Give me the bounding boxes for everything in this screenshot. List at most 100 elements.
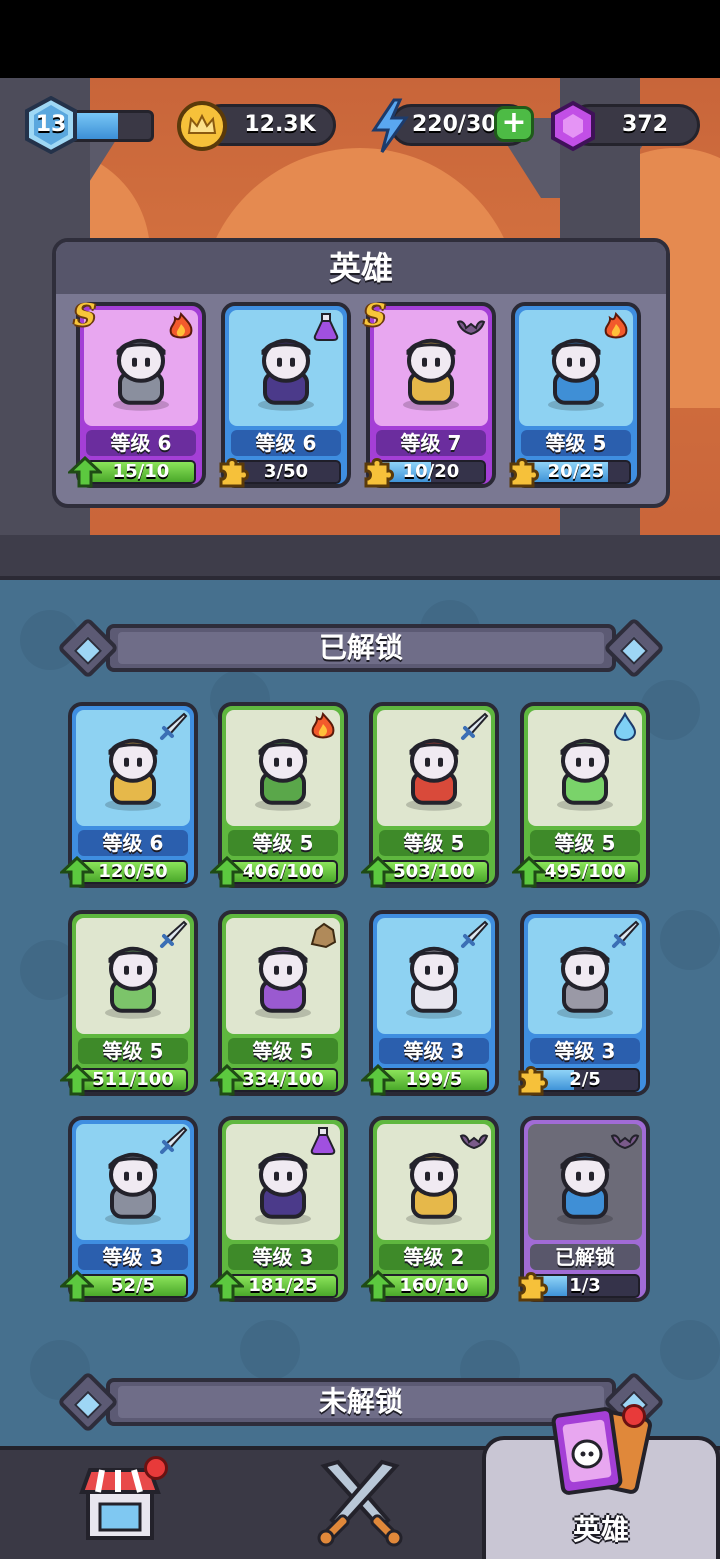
hero-notification-dot <box>622 1404 646 1428</box>
unlocked-hero-card[interactable]: 已解锁 1/3 <box>518 1116 650 1302</box>
unlocked-hero-card[interactable]: 等级 3 199/5 <box>359 910 499 1096</box>
energy-amount: 220/30 <box>412 112 497 137</box>
unlocked-hero-card[interactable]: 等级 3 52/5 <box>58 1116 198 1302</box>
unlocked-hero-card[interactable]: 等级 5 495/100 <box>510 702 650 888</box>
upgrade-arrow-icon <box>359 1269 397 1302</box>
upgrade-arrow-icon <box>66 455 104 488</box>
add-energy-button[interactable]: + <box>494 106 534 142</box>
hero-shard-progress: 495/100 <box>530 860 640 884</box>
hero-level: 等级 3 <box>228 1244 338 1270</box>
hero-shard-count: 406/100 <box>242 861 324 882</box>
hero-shard-progress: 511/100 <box>78 1068 188 1092</box>
gem-amount: 372 <box>622 112 668 137</box>
hero-level: 等级 6 <box>231 430 341 456</box>
stone-floor <box>0 535 720 580</box>
puzzle-piece-icon <box>360 454 394 488</box>
hero-shard-progress: 503/100 <box>379 860 489 884</box>
unlocked-section-header: 已解锁 <box>56 616 666 680</box>
bat-icon <box>456 320 486 336</box>
fire-icon <box>311 712 335 739</box>
upgrade-arrow-icon <box>58 1269 96 1302</box>
player-level: 13 <box>35 112 67 137</box>
bat-icon <box>610 1134 640 1150</box>
hero-shard-count: 160/10 <box>399 1275 469 1296</box>
shop-notification-dot <box>144 1456 168 1480</box>
unlocked-hero-card[interactable]: 等级 5 406/100 <box>208 702 348 888</box>
unlocked-hero-card[interactable]: 等级 3 2/5 <box>518 910 650 1096</box>
sword-icon <box>461 712 489 740</box>
hero-shard-count: 334/100 <box>242 1069 324 1090</box>
sword-icon <box>160 712 188 740</box>
unlocked-hero-card[interactable]: 等级 5 511/100 <box>58 910 198 1096</box>
team-hero-card[interactable]: 等级 5 20/25 <box>509 302 641 488</box>
hero-level: 等级 5 <box>521 430 631 456</box>
hero-shard-progress: 15/10 <box>86 460 196 484</box>
potion-icon <box>313 313 339 341</box>
crossed-swords-icon <box>317 1459 403 1547</box>
puzzle-piece-icon <box>514 1062 548 1096</box>
puzzle-piece-icon <box>514 1268 548 1302</box>
hero-level: 等级 3 <box>530 1038 640 1064</box>
hero-level: 等级 2 <box>379 1244 489 1270</box>
unlocked-hero-card[interactable]: 等级 3 181/25 <box>208 1116 348 1302</box>
team-hero-card[interactable]: 等级 7 10/20 S <box>364 298 496 488</box>
hero-shard-progress: 120/50 <box>78 860 188 884</box>
hero-level: 等级 5 <box>78 1038 188 1064</box>
bat-icon <box>459 1134 489 1150</box>
upgrade-arrow-icon <box>510 855 548 888</box>
upgrade-arrow-icon <box>359 855 397 888</box>
unlocked-title: 已解锁 <box>318 631 403 664</box>
hero-level: 等级 6 <box>78 830 188 856</box>
sword-icon <box>461 920 489 948</box>
potion-icon <box>310 1127 336 1155</box>
hero-level: 等级 3 <box>379 1038 489 1064</box>
upgrade-arrow-icon <box>208 1063 246 1096</box>
fire-icon <box>604 312 628 339</box>
hero-shard-count: 495/100 <box>544 861 626 882</box>
upgrade-arrow-icon <box>208 1269 246 1302</box>
sword-icon <box>160 920 188 948</box>
nav-shop-button[interactable] <box>70 1456 170 1546</box>
hero-level: 等级 5 <box>228 830 338 856</box>
sword-icon <box>612 920 640 948</box>
unlocked-hero-card[interactable]: 等级 2 160/10 <box>359 1116 499 1302</box>
crown-icon <box>177 101 227 151</box>
hero-shard-progress: 181/25 <box>228 1274 338 1298</box>
hero-level: 等级 5 <box>228 1038 338 1064</box>
hero-level: 等级 5 <box>379 830 489 856</box>
hero-level: 等级 7 <box>376 430 486 456</box>
hero-shard-progress: 334/100 <box>228 1068 338 1092</box>
nav-hero-label: 英雄 <box>572 1513 629 1546</box>
rock-icon <box>310 922 337 949</box>
fire-icon <box>169 312 193 339</box>
team-hero-card[interactable]: 等级 6 3/50 <box>219 302 351 488</box>
hero-shard-progress: 199/5 <box>379 1068 489 1092</box>
hero-shard-progress: 160/10 <box>379 1274 489 1298</box>
status-bar <box>0 0 720 78</box>
hero-shard-count: 199/5 <box>405 1069 463 1090</box>
rank-badge: S <box>74 298 96 333</box>
upgrade-arrow-icon <box>58 855 96 888</box>
sword-icon <box>160 1126 188 1154</box>
hero-shard-progress: 52/5 <box>78 1274 188 1298</box>
puzzle-piece-icon <box>505 454 539 488</box>
hero-level: 等级 6 <box>86 430 196 456</box>
nav-battle-button[interactable] <box>310 1456 410 1548</box>
unlocked-hero-card[interactable]: 等级 5 503/100 <box>359 702 499 888</box>
unlocked-hero-card[interactable]: 等级 5 334/100 <box>208 910 348 1096</box>
hero-level: 等级 5 <box>530 830 640 856</box>
hero-shard-count: 52/5 <box>110 1275 156 1296</box>
hero-shard-count: 503/100 <box>393 861 475 882</box>
hero-panel-title: 英雄 <box>56 242 666 294</box>
team-hero-card[interactable]: 等级 6 15/10 S <box>66 298 206 488</box>
upgrade-arrow-icon <box>58 1063 96 1096</box>
gold-amount: 12.3K <box>244 112 316 137</box>
upgrade-arrow-icon <box>208 855 246 888</box>
hero-level: 已解锁 <box>530 1244 640 1270</box>
puzzle-piece-icon <box>215 454 249 488</box>
hero-shard-count: 181/25 <box>248 1275 318 1296</box>
hero-level: 等级 3 <box>78 1244 188 1270</box>
unlocked-hero-card[interactable]: 等级 6 120/50 <box>58 702 198 888</box>
hero-shard-count: 511/100 <box>92 1069 174 1090</box>
rank-badge: S <box>364 298 386 333</box>
